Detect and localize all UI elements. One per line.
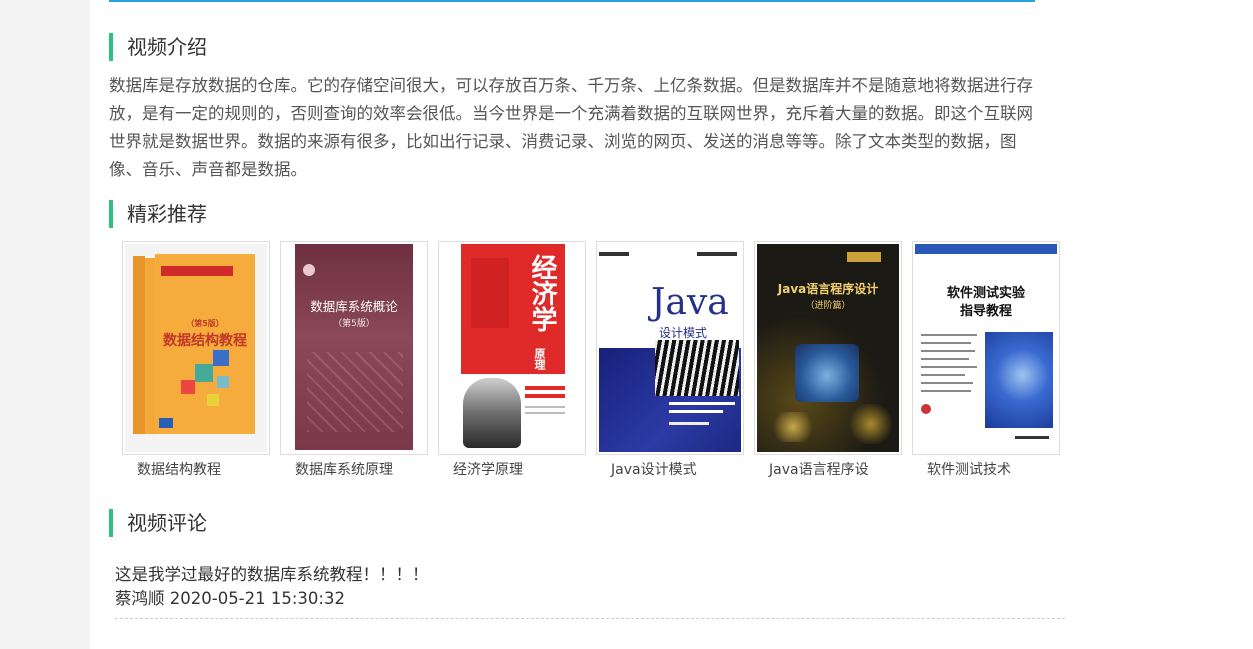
book-title[interactable]: Java设计模式 [596,461,744,479]
main-content: 视频介绍 数据库是存放数据的仓库。它的存储空间很大，可以存放百万条、千万条、上亿… [90,0,1253,649]
book-title[interactable]: Java语言程序设 [754,461,902,479]
cover-subtitle: 原理 [533,348,546,370]
book-title[interactable]: 软件测试技术 [912,461,1060,479]
cover-title: Java [651,282,729,323]
book-card[interactable]: Java语言程序设计 （进阶篇） Java语言程序设 [754,241,902,479]
book-title[interactable]: 数据结构教程 [122,461,270,479]
cover-title: 数据结构教程 [163,333,247,349]
book-cover[interactable]: 软件测试实验 指导教程 [912,241,1060,455]
cover-subtitle: 设计模式 [659,326,708,340]
book-cover[interactable]: Java语言程序设计 （进阶篇） [754,241,902,455]
book-cover[interactable]: 数据库系统概论 （第5版） [280,241,428,455]
book-card[interactable]: 经济学 原理 经济学原理 [438,241,586,479]
cover-subtitle: （第5版） [333,319,375,329]
comment-item: 这是我学过最好的数据库系统教程！！！！ 蔡鸿顺 2020-05-21 15:30… [115,563,1065,611]
book-card[interactable]: Java 设计模式 Java设计模式 [596,241,744,479]
section-title-intro: 视频介绍 [109,33,207,61]
book-title[interactable]: 数据库系统原理 [280,461,428,479]
comment-author-time: 蔡鸿顺 2020-05-21 15:30:32 [115,589,345,608]
comment-divider [115,618,1065,619]
cover-title: 数据库系统概论 [310,299,398,314]
book-cover[interactable]: Java 设计模式 [596,241,744,455]
cover-title: 软件测试实验 [946,286,1025,301]
section-title-comments: 视频评论 [109,509,207,537]
cover-subtitle: 指导教程 [959,304,1012,319]
cover-title: 经济学 [527,254,557,332]
comment-text: 这是我学过最好的数据库系统教程！！！！ [115,565,429,584]
cover-subtitle: （第5版） [186,319,224,328]
book-title[interactable]: 经济学原理 [438,461,586,479]
book-card[interactable]: （第5版） 数据结构教程 数据结构教程 [122,241,270,479]
cover-subtitle: （进阶篇） [805,301,851,311]
book-cover[interactable]: （第5版） 数据结构教程 [122,241,270,455]
book-card[interactable]: 软件测试实验 指导教程 软件测试技术 [912,241,1060,479]
video-description: 数据库是存放数据的仓库。它的存储空间很大，可以存放百万条、千万条、上亿条数据。但… [109,76,1033,179]
top-divider [109,0,1035,2]
book-card[interactable]: 数据库系统概论 （第5版） 数据库系统原理 [280,241,428,479]
cover-title: Java语言程序设计 [777,282,879,296]
recommend-list: （第5版） 数据结构教程 数据结构教程 数据库系统概论 （第5版） 数据库系统原… [122,241,1072,481]
section-title-recommend: 精彩推荐 [109,200,207,228]
book-cover[interactable]: 经济学 原理 [438,241,586,455]
